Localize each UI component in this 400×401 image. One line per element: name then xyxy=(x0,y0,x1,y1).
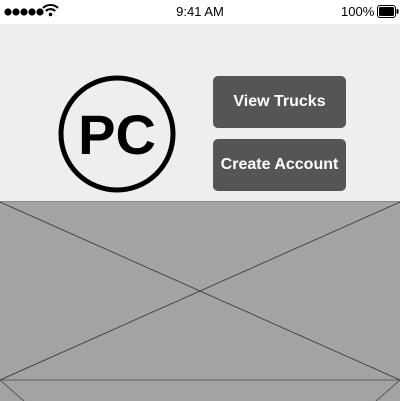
status-bar: 9:41 AM 100% xyxy=(0,0,400,24)
logo: PC xyxy=(58,75,176,193)
status-time: 9:41 AM xyxy=(176,4,224,19)
battery-percent: 100% xyxy=(341,4,375,19)
header-panel: PC View Trucks Create Account xyxy=(0,24,400,201)
image-placeholder xyxy=(0,201,400,401)
logo-text: PC xyxy=(78,103,156,166)
image-placeholder-icon xyxy=(0,202,400,401)
view-trucks-button[interactable]: View Trucks xyxy=(213,76,346,128)
create-account-button[interactable]: Create Account xyxy=(213,139,346,191)
battery-icon xyxy=(377,5,399,18)
